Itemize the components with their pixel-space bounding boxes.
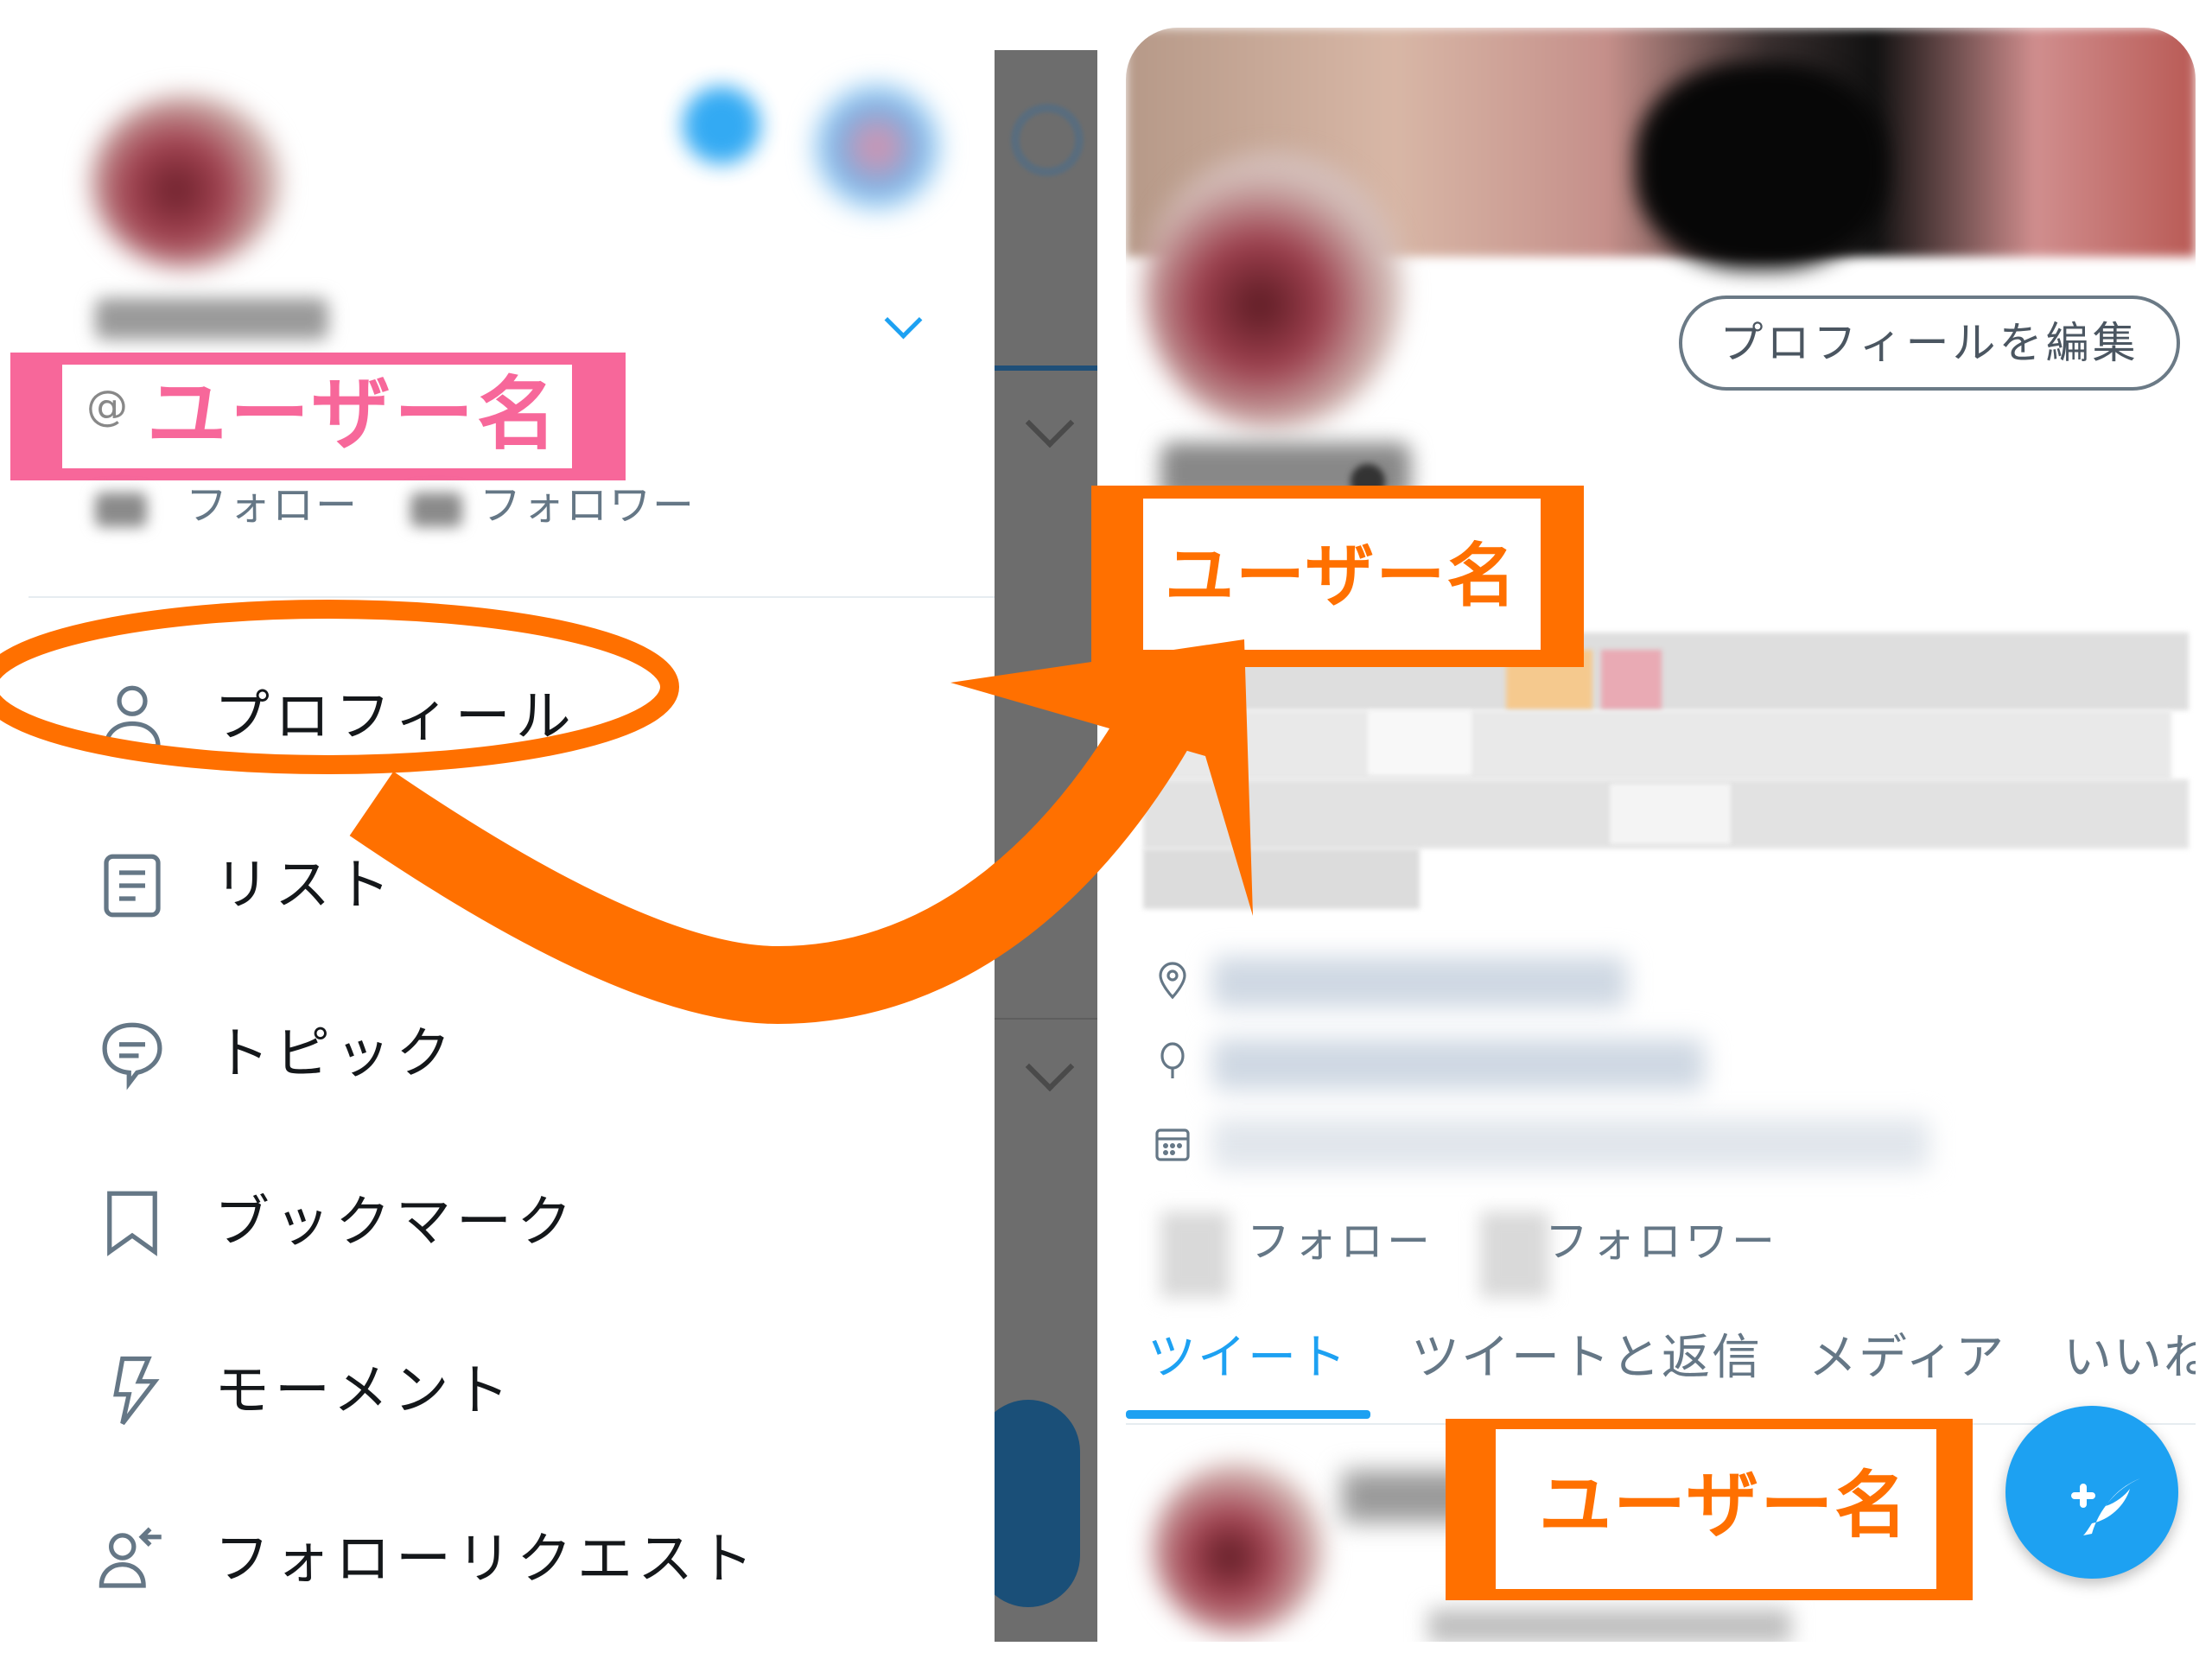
pixelated-bio [1143,710,2171,779]
menu-item-label: フォローリクエスト [214,1528,759,1592]
pixelated-bio [1143,849,1420,909]
banner-dark-region [1636,62,1886,270]
calendar-icon [1155,1128,1190,1161]
blurred-tweet-text [1428,1609,1791,1642]
list-icon [104,854,161,918]
username-annotation-label: ユーザー名 [1165,536,1518,616]
blurred-following-count [1160,1211,1230,1298]
blurred-display-name [95,298,328,340]
at-sign: @ [86,382,128,430]
bookmark-icon [107,1191,157,1256]
account-switch-avatar[interactable] [683,86,760,164]
backdrop-divider [994,1018,1097,1020]
following-label[interactable]: フォロー [186,480,359,531]
menu-item-label: ブックマーク [214,1191,577,1255]
tab-media[interactable]: メディア [1808,1324,2005,1393]
compose-tweet-button[interactable] [2005,1406,2178,1579]
menu-item-moments[interactable]: モーメント [29,1318,995,1447]
person-icon [104,685,161,749]
menu-item-label: トピック [214,1022,456,1086]
username-annotation-label: ユーザー名 [147,368,561,461]
account-switch-avatar[interactable] [817,86,938,207]
pixelated-bio [1601,650,1662,710]
settings-gear-icon[interactable] [1011,104,1084,176]
drawer-divider [29,596,995,598]
blurred-following-count [95,493,147,527]
right-screenshot-profile: プロフィールを編集 フォロー フォロワー ツイート ツイートと返信 メディア い… [1126,28,2196,1642]
followers-label[interactable]: フォロワー [480,480,696,531]
follow-request-icon [99,1527,162,1588]
menu-item-follow-requests[interactable]: フォローリクエスト [29,1486,995,1616]
pixelated-bio [1610,784,1731,844]
tab-tweets[interactable]: ツイート [1147,1324,1348,1393]
pixelated-bio [1368,710,1471,775]
topic-icon [102,1022,162,1090]
following-label[interactable]: フォロー [1247,1216,1433,1268]
menu-item-topics[interactable]: トピック [29,981,995,1110]
menu-item-label: モーメント [214,1359,515,1423]
blurred-followers-count [1480,1211,1549,1298]
blurred-followers-count [410,493,462,527]
avatar[interactable] [1152,1462,1325,1635]
blurred-join-date [1212,1118,1929,1170]
followers-label[interactable]: フォロワー [1545,1216,1778,1268]
avatar[interactable] [91,95,281,268]
compose-feather-icon [2071,1478,2140,1535]
active-tab-indicator [1126,1410,1370,1419]
location-pin-icon [1159,962,1186,1000]
tab-tweets-and-replies[interactable]: ツイートと返信 [1411,1324,1762,1393]
menu-item-label: リスト [214,854,396,918]
lightning-icon [113,1356,160,1426]
blurred-location [1212,957,1627,1008]
tab-likes[interactable]: いいね [2063,1324,2196,1393]
blurred-birthday [1212,1039,1705,1090]
backdrop-tab-line [994,365,1097,371]
avatar[interactable] [1143,153,1402,429]
menu-item-lists[interactable]: リスト [29,812,995,942]
menu-item-profile[interactable]: プロフィール [29,644,995,773]
menu-item-label: プロフィール [214,685,576,749]
birthday-balloon-icon [1160,1042,1185,1078]
username-annotation-label: ユーザー名 [1539,1463,1910,1548]
menu-item-bookmarks[interactable]: ブックマーク [29,1149,995,1279]
edit-profile-button[interactable]: プロフィールを編集 [1679,296,2180,391]
